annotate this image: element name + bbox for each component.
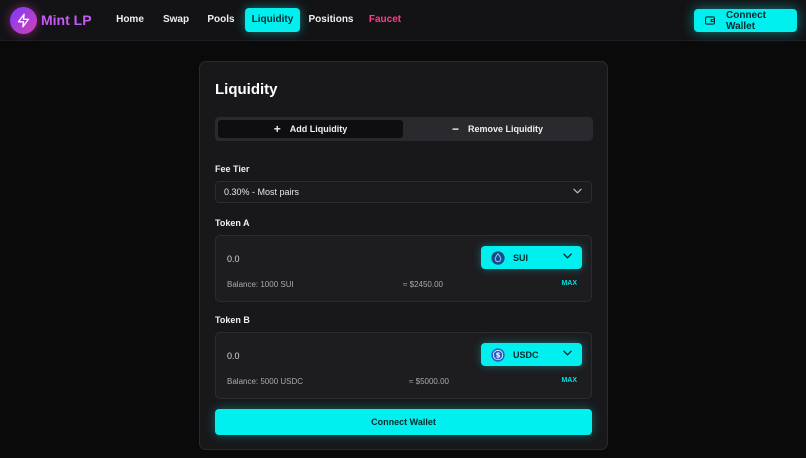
top-nav: Mint LP Home Swap Pools Liquidity Positi… bbox=[0, 0, 806, 41]
token-a-select-button[interactable]: SUI bbox=[481, 246, 582, 269]
svg-text:$: $ bbox=[496, 351, 501, 359]
token-a-panel: 0.0 SUI Balance: 1000 SUI ≈ $2450.00 MAX bbox=[215, 235, 592, 302]
tab-remove-liquidity[interactable]: − Remove Liquidity bbox=[405, 120, 590, 138]
token-b-select-button[interactable]: $ USDC bbox=[481, 343, 582, 366]
usdc-dollar-icon: $ bbox=[491, 347, 505, 362]
chevron-down-icon bbox=[563, 253, 572, 259]
token-b-balance: Balance: 5000 USDC bbox=[227, 377, 304, 386]
card-title: Liquidity bbox=[215, 81, 278, 98]
token-b-symbol: USDC bbox=[513, 349, 539, 360]
token-b-label: Token B bbox=[215, 315, 250, 325]
token-a-label: Token A bbox=[215, 218, 250, 228]
wallet-icon bbox=[705, 16, 715, 25]
nav-liquidity[interactable]: Liquidity bbox=[245, 8, 300, 32]
token-b-panel: 0.0 $ USDC Balance: 5000 USDC ≈ $5000.00… bbox=[215, 332, 592, 399]
fee-tier-select[interactable]: 0.30% - Most pairs bbox=[215, 181, 592, 203]
token-b-amount-input[interactable]: 0.0 bbox=[227, 351, 240, 361]
nav-swap[interactable]: Swap bbox=[158, 8, 194, 32]
nav-positions[interactable]: Positions bbox=[306, 8, 356, 32]
nav-faucet[interactable]: Faucet bbox=[364, 8, 406, 32]
token-a-amount-input[interactable]: 0.0 bbox=[227, 254, 240, 264]
liquidity-card: Liquidity + Add Liquidity − Remove Liqui… bbox=[199, 61, 608, 450]
brand-name[interactable]: Mint LP bbox=[41, 12, 92, 29]
fee-tier-label: Fee Tier bbox=[215, 164, 250, 174]
token-a-max-button[interactable]: MAX bbox=[561, 280, 577, 287]
tab-add-liquidity[interactable]: + Add Liquidity bbox=[218, 120, 403, 138]
tab-remove-label: Remove Liquidity bbox=[468, 124, 544, 134]
lightning-bolt-icon[interactable] bbox=[10, 7, 37, 34]
connect-wallet-main-button[interactable]: Connect Wallet bbox=[215, 409, 592, 435]
chevron-down-icon bbox=[563, 350, 572, 356]
nav-pools[interactable]: Pools bbox=[203, 8, 239, 32]
token-b-max-button[interactable]: MAX bbox=[561, 377, 577, 384]
token-a-balance: Balance: 1000 SUI bbox=[227, 280, 294, 289]
connect-wallet-label: Connect Wallet bbox=[726, 9, 766, 32]
nav-home[interactable]: Home bbox=[110, 8, 150, 32]
plus-icon: + bbox=[273, 122, 281, 136]
sui-droplet-icon bbox=[491, 250, 505, 265]
minus-icon: − bbox=[451, 122, 459, 136]
connect-wallet-button[interactable]: Connect Wallet bbox=[694, 9, 797, 32]
token-a-symbol: SUI bbox=[513, 252, 529, 263]
tab-add-label: Add Liquidity bbox=[289, 124, 348, 134]
token-b-usd-value: ≈ $5000.00 bbox=[409, 377, 449, 386]
token-a-usd-value: ≈ $2450.00 bbox=[403, 280, 443, 289]
fee-tier-value: 0.30% - Most pairs bbox=[224, 187, 300, 197]
liquidity-tabs: + Add Liquidity − Remove Liquidity bbox=[215, 117, 593, 141]
chevron-down-icon bbox=[573, 188, 582, 194]
